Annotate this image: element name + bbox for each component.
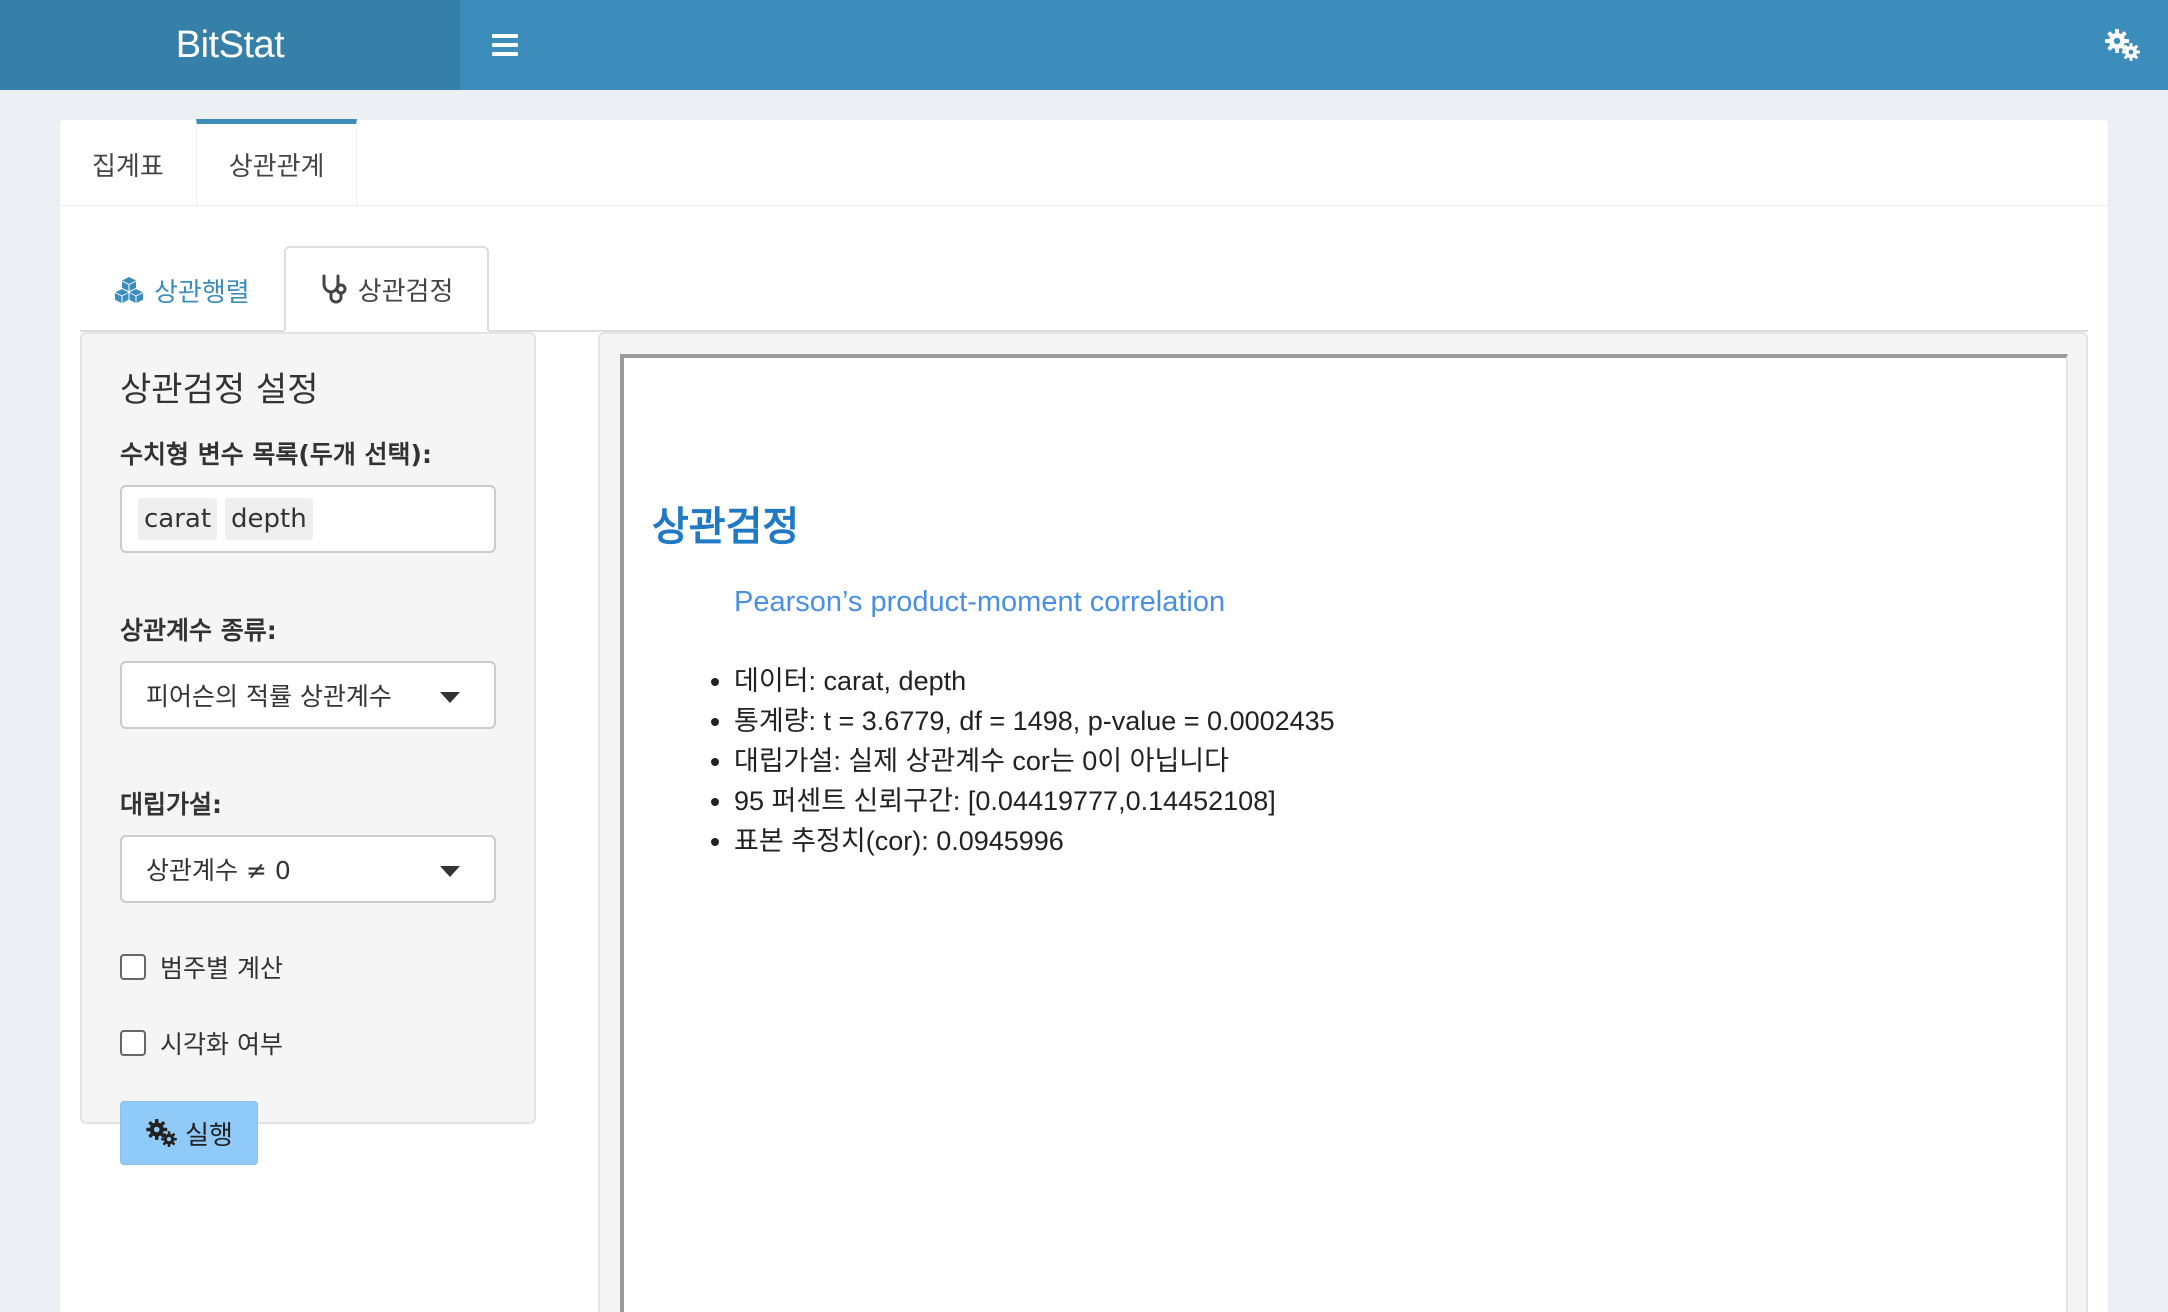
output-method: Pearson’s product-moment correlation <box>734 586 1226 618</box>
variables-label: 수치형 변수 목록(두개 선택): <box>120 440 432 469</box>
visualize-row: 시각화 여부 <box>120 1025 496 1061</box>
alternative-selected-value: 상관계수 ≠ 0 <box>146 856 291 885</box>
sub-tab-bar: 상관행렬 상관검정 <box>80 228 2088 332</box>
variable-chip[interactable]: carat <box>138 498 218 540</box>
stethoscope-icon <box>322 274 347 304</box>
sidebar-toggle-button[interactable] <box>460 0 550 90</box>
tab-summary-table[interactable]: 집계표 <box>60 119 196 205</box>
result-item-confidence-interval: 95 퍼센트 신뢰구간: [0.04419777,0.14452108] <box>734 781 2066 821</box>
tab-correlation-matrix-label: 상관행렬 <box>154 277 250 308</box>
result-item-estimate: 표본 추정치(cor): 0.0945996 <box>734 821 2066 861</box>
run-button-label: 실행 <box>185 1120 233 1151</box>
visualize-checkbox[interactable] <box>120 1030 146 1056</box>
visualize-label: 시각화 여부 <box>160 1030 283 1059</box>
output-content: 상관검정 Pearson’s product-moment correlatio… <box>624 358 2066 861</box>
main-tabbox: 집계표 상관관계 상관행렬 상관검정 상관검정 설정 수치형 변수 목록(두개 … <box>60 119 2108 1312</box>
tab-correlation[interactable]: 상관관계 <box>195 119 358 205</box>
result-list: 데이터: carat, depth 통계량: t = 3.6779, df = … <box>734 661 2066 861</box>
result-item-alternative: 대립가설: 실제 상관계수 cor는 0이 아닙니다 <box>734 741 2066 781</box>
result-item-data: 데이터: carat, depth <box>734 661 2066 701</box>
method-selected-value: 피어슨의 적률 상관계수 <box>146 682 392 711</box>
variables-multiselect[interactable]: carat depth <box>120 485 496 553</box>
alternative-label: 대립가설: <box>120 790 222 819</box>
top-tab-bar: 집계표 상관관계 <box>60 119 2108 206</box>
cogs-icon <box>146 1119 177 1147</box>
by-group-checkbox[interactable] <box>120 954 146 980</box>
result-item-statistic: 통계량: t = 3.6779, df = 1498, p-value = 0.… <box>734 701 2066 741</box>
settings-title: 상관검정 설정 <box>120 370 319 410</box>
bars-icon <box>492 34 518 56</box>
caret-down-icon <box>440 866 460 877</box>
settings-panel: 상관검정 설정 수치형 변수 목록(두개 선택): carat depth 상관… <box>80 332 536 1165</box>
alternative-select[interactable]: 상관계수 ≠ 0 <box>120 835 496 903</box>
tab-correlation-test[interactable]: 상관검정 <box>283 246 490 332</box>
run-button[interactable]: 실행 <box>120 1101 258 1165</box>
output-panel: 상관검정 Pearson’s product-moment correlatio… <box>598 332 2088 1312</box>
output-title: 상관검정 <box>652 505 800 549</box>
app-logo[interactable]: BitStat <box>0 0 460 90</box>
method-label: 상관계수 종류: <box>120 616 277 645</box>
settings-button[interactable] <box>2078 0 2168 90</box>
by-group-row: 범주별 계산 <box>120 949 496 985</box>
caret-down-icon <box>440 692 460 703</box>
tab-correlation-test-label: 상관검정 <box>357 276 454 307</box>
method-select[interactable]: 피어슨의 적률 상관계수 <box>120 661 496 729</box>
by-group-label: 범주별 계산 <box>160 954 283 983</box>
output-frame[interactable]: 상관검정 Pearson’s product-moment correlatio… <box>620 354 2068 1312</box>
top-navbar: BitStat <box>0 0 2168 90</box>
cubes-icon <box>115 277 143 303</box>
tab-correlation-matrix[interactable]: 상관행렬 <box>80 248 284 332</box>
cogs-icon <box>2105 29 2140 61</box>
variable-chip[interactable]: depth <box>225 498 313 540</box>
